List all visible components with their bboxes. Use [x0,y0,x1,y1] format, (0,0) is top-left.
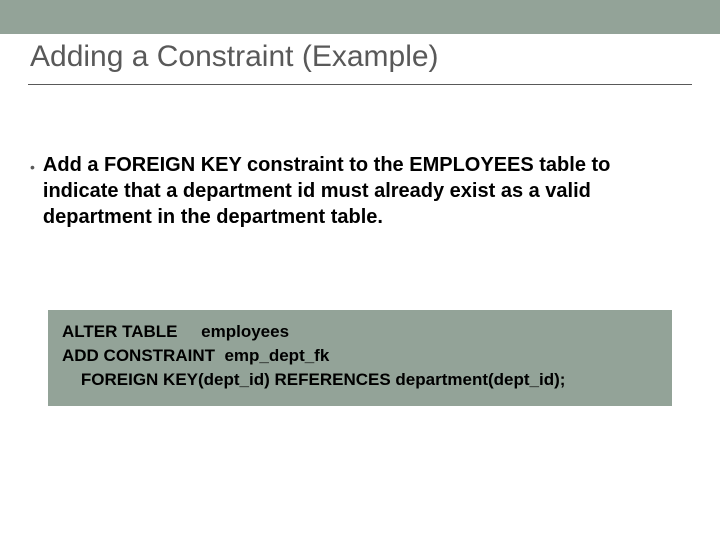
code-block: ALTER TABLE employees ADD CONSTRAINT emp… [48,310,672,406]
slide-title: Adding a Constraint (Example) [30,40,439,73]
code-text: ALTER TABLE employees ADD CONSTRAINT emp… [62,320,658,391]
bullet-dot-icon: • [30,154,35,180]
bullet-item: • Add a FOREIGN KEY constraint to the EM… [30,152,670,230]
bullet-text: Add a FOREIGN KEY constraint to the EMPL… [43,152,670,230]
title-underline [28,84,692,85]
top-accent-bar [0,0,720,34]
slide: Adding a Constraint (Example) • Add a FO… [0,0,720,540]
